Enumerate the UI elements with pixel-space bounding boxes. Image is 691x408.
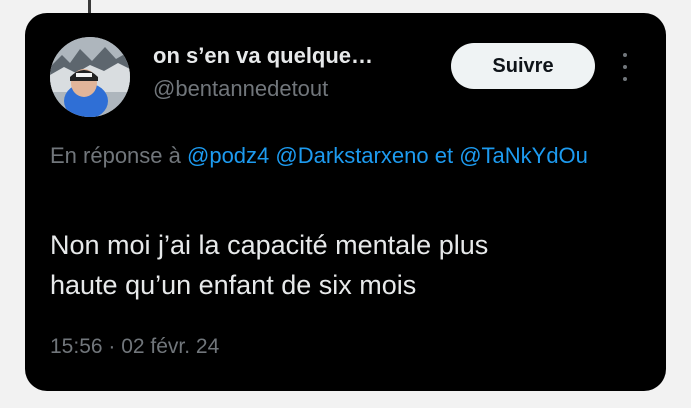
profile-photo-icon [50, 37, 130, 117]
avatar[interactable] [50, 37, 130, 117]
more-vertical-icon[interactable] [617, 53, 633, 81]
follow-button[interactable]: Suivre [451, 43, 595, 89]
author-display-name[interactable]: on s’en va quelque… [153, 43, 373, 69]
reply-context: En réponse à @podz4 @Darkstarxeno et @Ta… [50, 139, 610, 173]
reply-prefix: En réponse à [50, 143, 181, 168]
tweet-text: Non moi j’ai la capacité mentale plus ha… [50, 225, 640, 305]
tweet-text-line: haute qu’un enfant de six mois [50, 270, 417, 300]
tweet-card: on s’en va quelque… @bentannedetout Suiv… [25, 13, 666, 391]
mention-link[interactable]: @TaNkYdOu [459, 143, 588, 168]
author-handle[interactable]: @bentannedetout [153, 76, 328, 102]
reply-conjunction: et [434, 143, 454, 168]
tweet-timestamp[interactable]: 15:56 · 02 févr. 24 [50, 335, 219, 359]
mention-link[interactable]: @podz4 [187, 143, 269, 168]
tweet-text-line: Non moi j’ai la capacité mentale plus [50, 230, 489, 260]
mention-link[interactable]: @Darkstarxeno [275, 143, 428, 168]
thread-connector-line [88, 0, 91, 14]
